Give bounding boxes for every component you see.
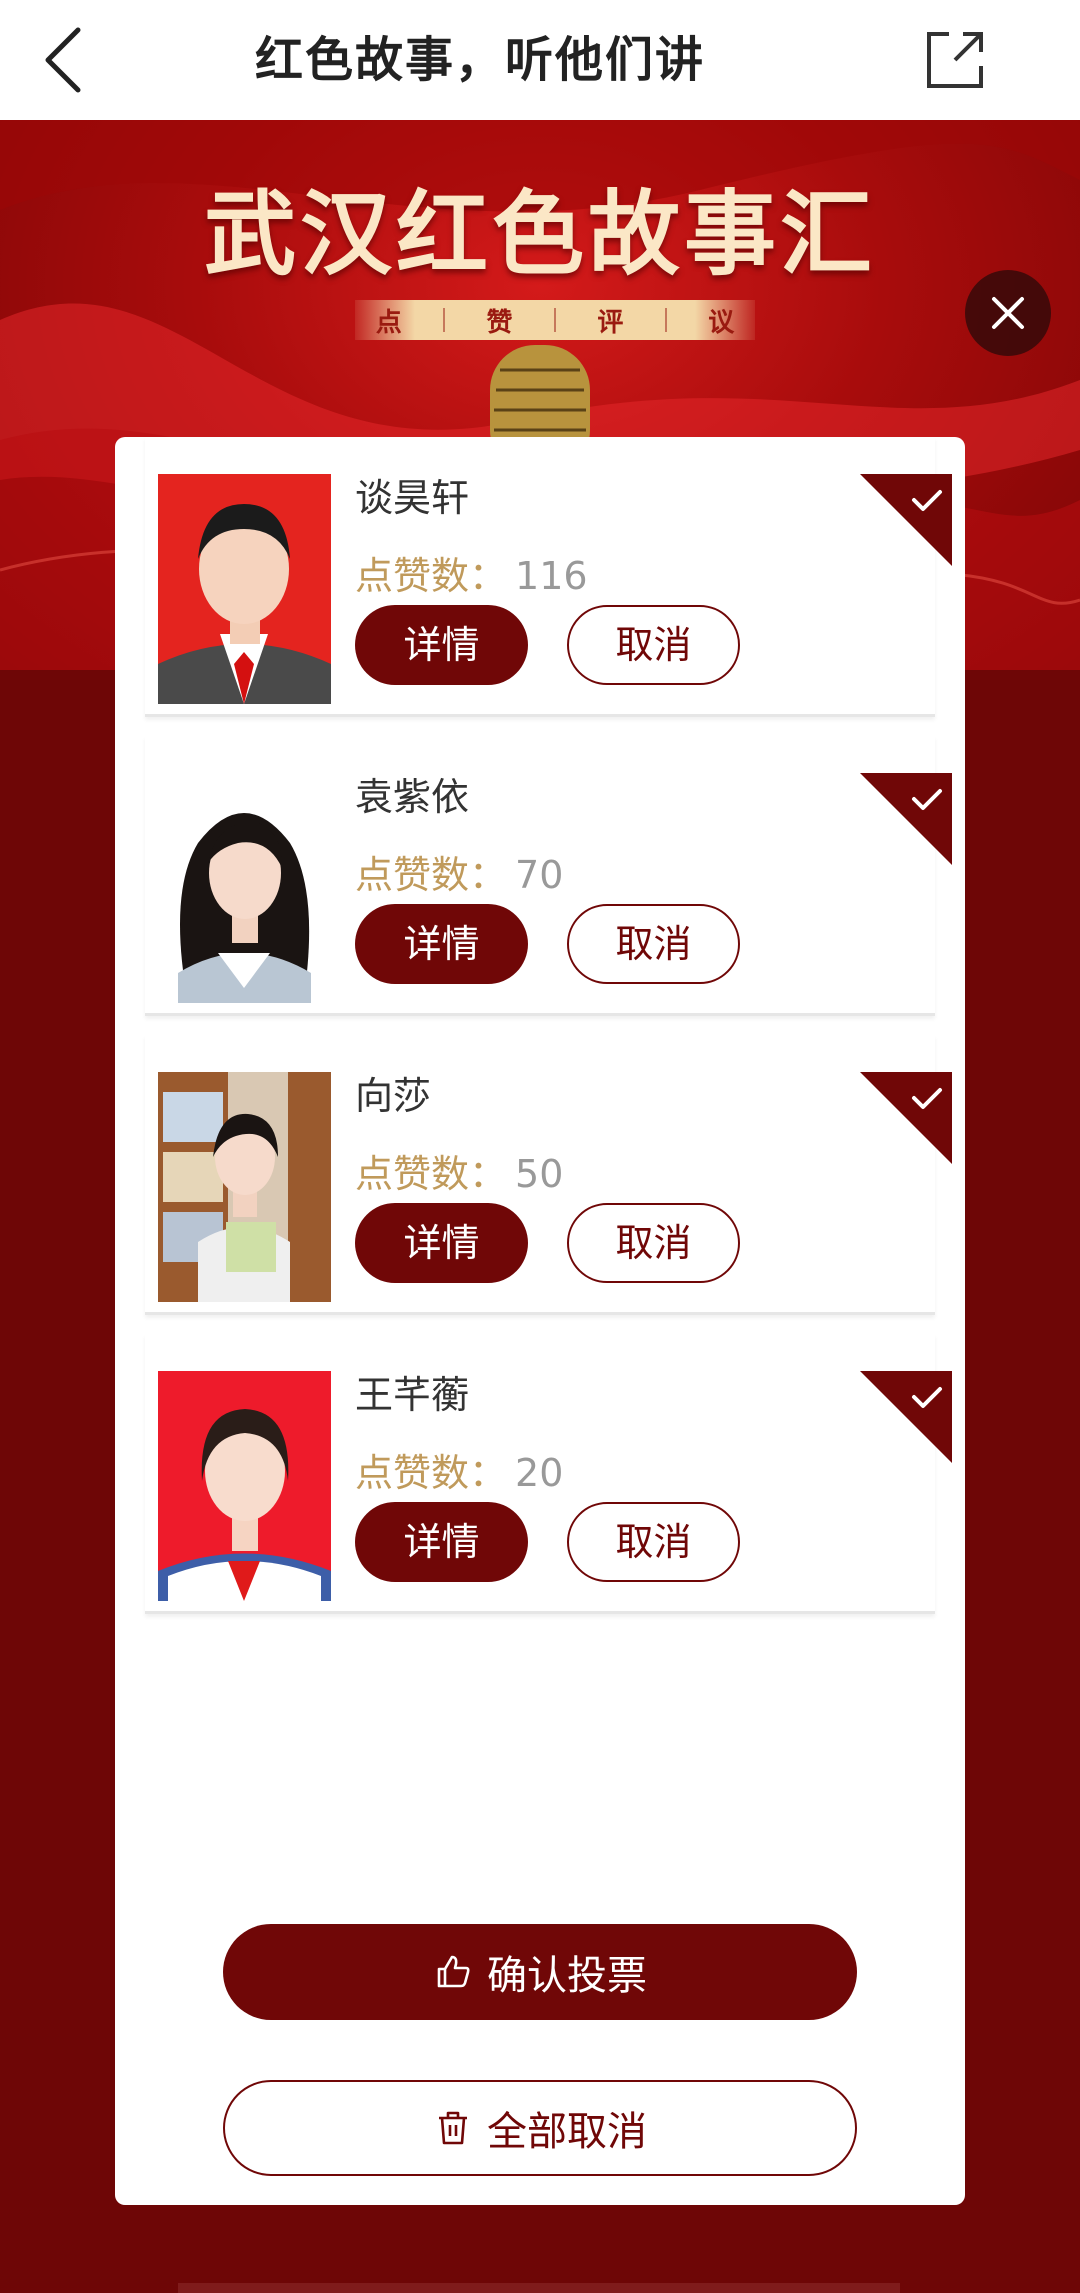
trash-icon: [439, 2111, 467, 2145]
like-count-label: 点赞数：: [355, 554, 508, 598]
like-count-label: 点赞数：: [355, 1451, 508, 1495]
like-count-value: 116: [515, 554, 588, 598]
cancel-selection-button[interactable]: 取消: [567, 1502, 740, 1582]
like-count-value: 20: [515, 1451, 564, 1495]
details-button[interactable]: 详情: [355, 904, 528, 984]
top-nav-bar: 红色故事，听他们讲: [0, 0, 1080, 120]
candidate-photo: [158, 1371, 331, 1601]
details-button[interactable]: 详情: [355, 1502, 528, 1582]
tagline-char: 赞: [486, 307, 513, 338]
details-button[interactable]: 详情: [355, 605, 528, 685]
candidate-card: 袁紫依 点赞数： 70 详情 取消: [145, 736, 952, 1016]
confirm-vote-button[interactable]: 确认投票: [223, 1924, 857, 2020]
thumbs-up-icon: [437, 1955, 470, 1988]
like-count: 点赞数： 20: [355, 1442, 563, 1497]
page-title: 红色故事，听他们讲: [254, 32, 705, 88]
candidate-photo: [158, 1072, 331, 1302]
cancel-selection-button[interactable]: 取消: [567, 904, 740, 984]
details-button[interactable]: 详情: [355, 1203, 528, 1283]
share-button[interactable]: [915, 20, 995, 100]
like-count-value: 70: [515, 853, 564, 897]
chevron-left-icon: [45, 27, 81, 93]
banner-tagline: 点 赞 评 议: [355, 300, 755, 340]
candidate-card: 王芊蘅 点赞数： 20 详情 取消: [145, 1334, 952, 1614]
selected-check-icon[interactable]: [860, 1371, 952, 1463]
tagline-char: 点: [375, 307, 402, 338]
candidate-name: 袁紫依: [355, 775, 470, 819]
clear-all-label: 全部取消: [487, 2109, 647, 2155]
tagline-char: 议: [708, 307, 735, 338]
candidate-card: 谈昊轩 点赞数： 116 详情 取消: [145, 437, 952, 717]
close-button[interactable]: [965, 270, 1051, 356]
candidate-name: 向莎: [355, 1074, 432, 1118]
like-count: 点赞数： 50: [355, 1143, 563, 1198]
candidate-card: 向莎 点赞数： 50 详情 取消: [145, 1035, 952, 1315]
tagline-divider: [443, 308, 446, 332]
tagline-divider: [664, 308, 667, 332]
candidate-name: 谈昊轩: [355, 476, 470, 520]
like-count-value: 50: [515, 1152, 564, 1196]
tagline-divider: [553, 308, 556, 332]
candidate-photo: [158, 474, 331, 704]
like-count: 点赞数： 70: [355, 844, 563, 899]
selected-check-icon[interactable]: [860, 474, 952, 566]
cancel-selection-button[interactable]: 取消: [567, 605, 740, 685]
banner-title: 武汉红色故事汇: [203, 180, 876, 288]
back-button[interactable]: [30, 20, 110, 100]
candidate-photo: [158, 773, 331, 1003]
close-icon: [992, 297, 1024, 329]
like-count-label: 点赞数：: [355, 853, 508, 897]
tagline-char: 评: [597, 307, 624, 338]
confirm-vote-label: 确认投票: [487, 1953, 647, 1999]
bottom-tab-strip: [178, 2283, 900, 2293]
like-count: 点赞数： 116: [355, 545, 588, 600]
selected-check-icon[interactable]: [860, 773, 952, 865]
share-icon: [927, 32, 983, 88]
cancel-selection-button[interactable]: 取消: [567, 1203, 740, 1283]
clear-all-button[interactable]: 全部取消: [223, 2080, 857, 2176]
like-count-label: 点赞数：: [355, 1152, 508, 1196]
candidate-name: 王芊蘅: [355, 1373, 470, 1417]
selected-check-icon[interactable]: [860, 1072, 952, 1164]
selected-candidates-panel: 谈昊轩 点赞数： 116 详情 取消 袁紫依 点赞数： 70 详情 取消 向莎 …: [115, 437, 965, 2205]
